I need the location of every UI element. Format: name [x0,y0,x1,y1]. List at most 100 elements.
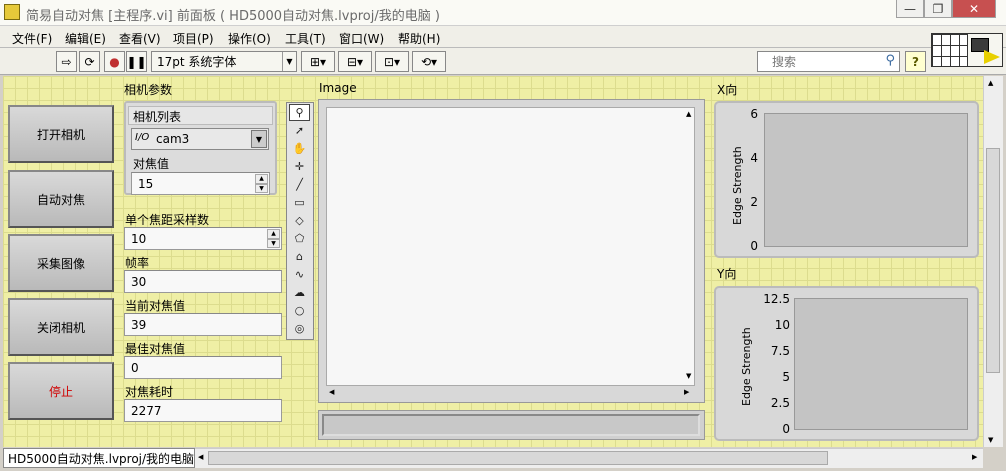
focus-time-label: 对焦耗时 [125,385,174,399]
x-plot-area[interactable] [764,113,968,247]
pointer-icon[interactable]: ➚ [289,122,310,139]
run-arrow-icon [984,50,1000,64]
x-graph-label: X向 [717,83,738,97]
close-window-button[interactable]: ✕ [952,0,996,18]
scroll-down-icon[interactable]: ▼ [686,372,691,380]
scroll-right-icon[interactable]: ▶ [972,453,977,461]
font-select[interactable]: 17pt 系统字体 ▼ [151,51,297,72]
spinner[interactable]: ▲ ▼ [255,174,268,193]
y-tick: 2.5 [770,396,790,410]
oval-icon[interactable]: ○ [289,302,310,319]
pause-icon[interactable]: ❚❚ [126,51,147,72]
horizontal-scroll-thumb[interactable] [208,451,828,465]
focus-value-label: 对焦值 [133,157,170,171]
freehand-line-icon[interactable]: ∿ [289,266,310,283]
menu-tools[interactable]: 工具(T) [285,30,326,47]
focus-value-input[interactable]: 15 ▲ ▼ [131,172,270,195]
context-help-button[interactable]: ? [905,51,926,72]
scroll-left-icon[interactable]: ◀ [198,453,203,461]
autofocus-button[interactable]: 自动对焦 [8,170,114,228]
menu-file[interactable]: 文件(F) [12,30,52,47]
distribute-objects-icon[interactable]: ⊟▾ [338,51,372,72]
line-icon[interactable]: ╱ [289,176,310,193]
run-continuously-icon[interactable]: ⟳ [79,51,100,72]
window-title: 简易自动对焦 [主程序.vi] 前面板 ( HD5000自动对焦.lvproj/… [26,9,440,24]
monitor-icon [971,38,989,52]
y-plot-area[interactable] [794,298,968,430]
run-arrow-icon[interactable]: ⇨ [56,51,77,72]
camera-select[interactable]: I/O cam3 ▼ [131,128,269,150]
best-focus-label: 最佳对焦值 [125,342,186,356]
restore-button[interactable]: ❐ [924,0,952,18]
abort-icon[interactable]: ● [104,51,125,72]
project-path-status: HD5000自动对焦.lvproj/我的电脑 [3,448,195,468]
image-display[interactable] [326,107,695,386]
labview-app-icon [4,4,20,20]
focus-time-indicator: 2277 [124,399,282,422]
search-input[interactable] [772,54,872,69]
vi-icon[interactable] [967,33,1003,67]
menu-help[interactable]: 帮助(H) [398,30,440,47]
open-camera-button[interactable]: 打开相机 [8,105,114,163]
best-focus-indicator: 0 [124,356,282,379]
scroll-left-icon[interactable]: ◀ [329,388,334,396]
spinner[interactable]: ▲ ▼ [267,229,280,248]
scroll-up-icon[interactable]: ▲ [686,110,691,118]
camera-params-label: 相机参数 [124,83,173,97]
samples-per-focus-value: 10 [131,232,147,246]
search-box[interactable]: ⚲ [757,51,900,72]
minimize-button[interactable]: — [896,0,924,18]
menu-operate[interactable]: 操作(O) [228,30,271,47]
current-focus-indicator: 39 [124,313,282,336]
menu-project[interactable]: 项目(P) [173,30,214,47]
x-graph-ylabel: Edge Strength [731,146,744,225]
reorder-icon[interactable]: ⟲▾ [412,51,446,72]
freehand-region-icon[interactable]: ☁ [289,284,310,301]
io-prefix-icon: I/O [135,132,150,143]
point-icon[interactable]: ✛ [289,158,310,175]
scroll-up-icon[interactable]: ▲ [988,79,993,87]
spin-down-icon[interactable]: ▼ [255,183,268,193]
focus-value-text: 15 [138,177,154,191]
search-icon[interactable]: ⚲ [885,53,895,68]
capture-image-button[interactable]: 采集图像 [8,234,114,292]
frame-rate-label: 帧率 [125,256,150,270]
x-tick: 6 [750,107,758,121]
frame-rate-indicator: 30 [124,270,282,293]
connector-pane-icon[interactable] [931,33,969,67]
rotated-rectangle-icon[interactable]: ◇ [289,212,310,229]
image-label: Image [319,81,357,95]
image-status-bar [322,414,700,436]
close-camera-button[interactable]: 关闭相机 [8,298,114,356]
y-graph-label: Y向 [717,267,737,281]
current-focus-label: 当前对焦值 [125,299,186,313]
resize-objects-icon[interactable]: ⊡▾ [375,51,409,72]
camera-select-value: cam3 [156,132,190,146]
annulus-icon[interactable]: ◎ [289,320,310,337]
scroll-right-icon[interactable]: ▶ [684,388,689,396]
spin-down-icon[interactable]: ▼ [267,238,280,248]
scroll-down-icon[interactable]: ▼ [988,436,993,444]
x-graph-frame: 6 4 2 0 Edge Strength [714,101,979,258]
zoom-icon[interactable]: ⚲ [289,104,310,121]
spin-up-icon[interactable]: ▲ [255,174,268,184]
y-tick: 12.5 [763,292,790,306]
menu-window[interactable]: 窗口(W) [339,30,384,47]
chevron-down-icon: ▼ [282,52,296,71]
vertical-scroll-thumb[interactable] [986,148,1000,373]
chevron-down-icon[interactable]: ▼ [251,130,267,148]
stop-button[interactable]: 停止 [8,362,114,420]
y-tick: 10 [774,318,790,332]
broken-line-icon[interactable]: ⌂ [289,248,310,265]
spin-up-icon[interactable]: ▲ [267,229,280,239]
y-tick: 5 [782,370,790,384]
polygon-icon[interactable]: ⬠ [289,230,310,247]
menu-edit[interactable]: 编辑(E) [65,30,106,47]
rectangle-icon[interactable]: ▭ [289,194,310,211]
pan-hand-icon[interactable]: ✋ [289,140,310,157]
align-objects-icon[interactable]: ⊞▾ [301,51,335,72]
camera-list-label: 相机列表 [133,110,182,124]
menu-view[interactable]: 查看(V) [119,30,161,47]
samples-per-focus-input[interactable]: 10 ▲ ▼ [124,227,282,250]
y-tick: 0 [782,422,790,436]
